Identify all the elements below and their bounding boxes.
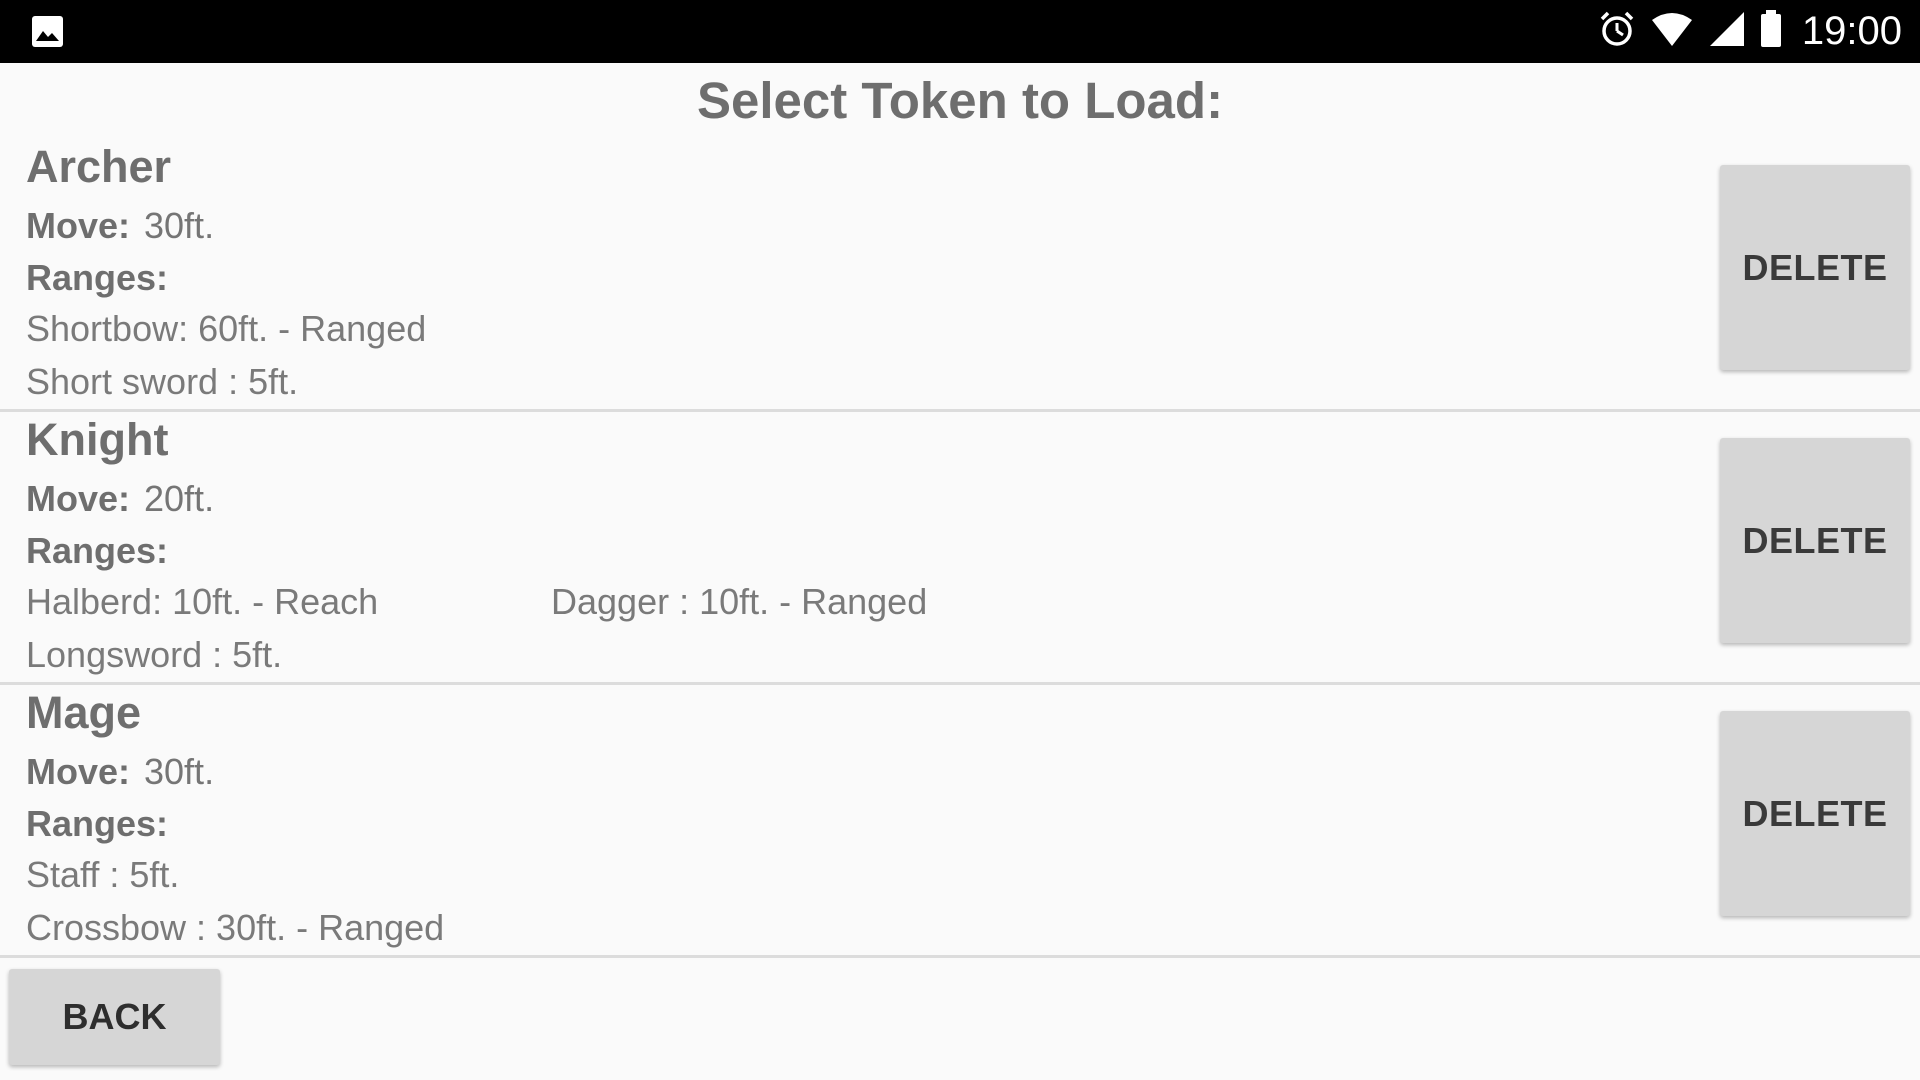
token-move: Move: 30ft. <box>26 205 214 247</box>
back-button[interactable]: BACK <box>9 969 220 1065</box>
move-label: Move: <box>26 478 131 519</box>
page-title: Select Token to Load: <box>696 72 1224 129</box>
move-value: 30ft. <box>144 751 215 792</box>
range-entry: Halberd: 10ft. - Reach <box>26 581 379 622</box>
battery-icon <box>1760 10 1782 53</box>
token-item-archer[interactable]: Archer Move: 30ft. Ranges: Shortbow: 60ft… <box>0 139 1920 412</box>
range-entry: Staff : 5ft. <box>26 854 180 895</box>
range-entry: Short sword : 5ft. <box>26 361 299 402</box>
range-entry: Dagger : 10ft. - Ranged <box>551 581 928 622</box>
alarm-icon <box>1598 10 1636 53</box>
image-icon <box>31 15 64 48</box>
signal-icon <box>1708 10 1746 53</box>
range-entry: Shortbow: 60ft. - Ranged <box>26 308 427 349</box>
token-name: Archer <box>26 141 172 192</box>
status-icons: 19:00 <box>1584 0 1902 63</box>
token-item-mage[interactable]: Mage Move: 30ft. Ranges: Staff : 5ft. Cro… <box>0 685 1920 958</box>
move-label: Move: <box>26 205 131 246</box>
delete-button[interactable]: DELETE <box>1720 711 1910 916</box>
delete-button[interactable]: DELETE <box>1720 165 1910 370</box>
move-value: 20ft. <box>144 478 215 519</box>
status-bar: 19:00 <box>0 0 1920 63</box>
token-move: Move: 30ft. <box>26 751 214 793</box>
token-move: Move: 20ft. <box>26 478 214 520</box>
range-entry: Crossbow : 30ft. - Ranged <box>26 907 445 948</box>
ranges-label: Ranges: <box>26 803 169 844</box>
move-label: Move: <box>26 751 131 792</box>
token-item-knight[interactable]: Knight Move: 20ft. Ranges: Halberd: 10ft.… <box>0 412 1920 685</box>
clock: 19:00 <box>1801 9 1902 53</box>
token-list: Archer Move: 30ft. Ranges: Shortbow: 60ft… <box>0 139 1920 958</box>
move-value: 30ft. <box>144 205 215 246</box>
delete-button[interactable]: DELETE <box>1720 438 1910 643</box>
wifi-icon <box>1650 10 1694 53</box>
ranges-label: Ranges: <box>26 257 169 298</box>
ranges-label: Ranges: <box>26 530 169 571</box>
token-name: Mage <box>26 687 142 738</box>
token-name: Knight <box>26 414 169 465</box>
range-entry: Longsword : 5ft. <box>26 634 283 675</box>
